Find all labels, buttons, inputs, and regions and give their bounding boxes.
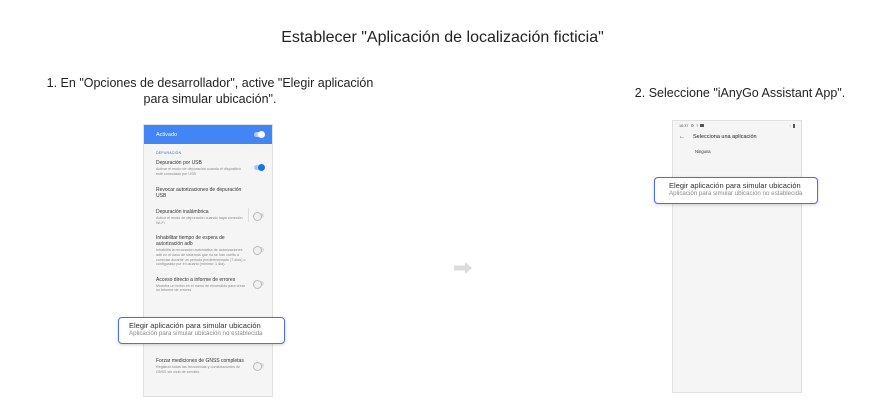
setting-adb-timeout[interactable]: Inhabilitar tiempo de espera de autoriza… [144,228,272,269]
developer-options-screenshot: Activado DEPURACIÓN Depuración por USB A… [143,124,273,397]
step1-caption-line1: 1. En "Opciones de desarrollador", activ… [46,76,374,90]
notification-square-icon [700,124,705,127]
app-bar: ← Selecciona una aplicación [673,130,801,143]
setting-subtitle: Activar el modo de depuración cuando el … [156,167,242,176]
setting-revoke-usb-auth[interactable]: Revocar autorizaciones de depuración USB [144,179,272,202]
setting-title: Depuración inalámbrica [156,209,209,216]
setting-force-gnss[interactable]: Forzar mediciones de GNSS completas Regi… [144,353,272,377]
master-toggle-label: Activado [156,131,178,138]
master-toggle[interactable] [254,131,265,138]
setting-title: Depuración por USB [156,160,202,166]
setting-title: Revocar autorizaciones de depuración USB [156,187,242,200]
wireless-debugging-toggle[interactable] [253,212,264,222]
setting-title: Inhabilitar tiempo de espera de autoriza… [156,235,225,248]
option-none[interactable]: Ninguna [673,143,801,154]
setting-title: Acceso directo a informe de errores [156,276,236,283]
setting-bug-report-shortcut[interactable]: Acceso directo a informe de errores Mues… [144,270,272,296]
setting-wireless-debugging[interactable]: Depuración inalámbrica Activa el modo de… [144,202,272,228]
setting-usb-debugging[interactable]: Depuración por USB Activar el modo de de… [144,155,272,179]
master-toggle-bar[interactable]: Activado [144,125,272,144]
usb-debugging-toggle[interactable] [254,164,265,172]
section-label: DEPURACIÓN [156,151,182,155]
notification-icon: ? [696,123,699,128]
force-gnss-toggle[interactable] [253,362,264,372]
status-bar: 16:37 ⚙ ? ◦ [673,121,801,130]
step2-caption: 2. Seleccione "iAnyGo Assistant App". [634,86,846,100]
status-time: 16:37 [679,123,689,128]
mock-location-app-option-highlight[interactable]: Elegir aplicación para simular ubicación… [118,317,285,344]
setting-subtitle: Muestra un botón en el menú de encendido… [156,283,245,293]
setting-subtitle: Activa el modo de depuración cuando haya… [156,216,243,225]
back-arrow-icon[interactable]: ← [679,134,685,140]
settings-gear-icon: ⚙ [690,123,695,128]
select-app-screenshot: 16:37 ⚙ ? ◦ ← Selecciona una aplicación … [672,120,802,393]
right-arrow-icon [454,262,472,274]
screen-title: Selecciona una aplicación [693,133,757,140]
adb-timeout-toggle[interactable] [253,246,264,256]
option-title: Elegir aplicación para simular ubicación [129,321,261,330]
divider [247,208,248,223]
option-title: Elegir aplicación para simular ubicación [669,181,801,190]
battery-icon [793,123,795,128]
option-subtitle: Aplicación para simular ubicación no est… [669,190,803,197]
setting-title: Forzar mediciones de GNSS completas [156,358,244,364]
setting-subtitle: Registrar todas las frecuencias y conste… [156,365,241,374]
step1-caption-line2: para simular ubicación". [143,92,277,106]
page-title: Establecer "Aplicación de localización f… [281,29,604,46]
setting-subtitle: Inhabilita la revocación automática de a… [156,248,246,267]
option-subtitle: Aplicación para simular ubicación no est… [129,330,263,337]
bug-report-toggle[interactable] [253,279,264,289]
step1-caption: 1. En "Opciones de desarrollador", activ… [0,75,420,107]
wifi-icon: ◦ [789,123,791,128]
mock-location-app-option-highlight-2[interactable]: Elegir aplicación para simular ubicación… [654,177,818,204]
